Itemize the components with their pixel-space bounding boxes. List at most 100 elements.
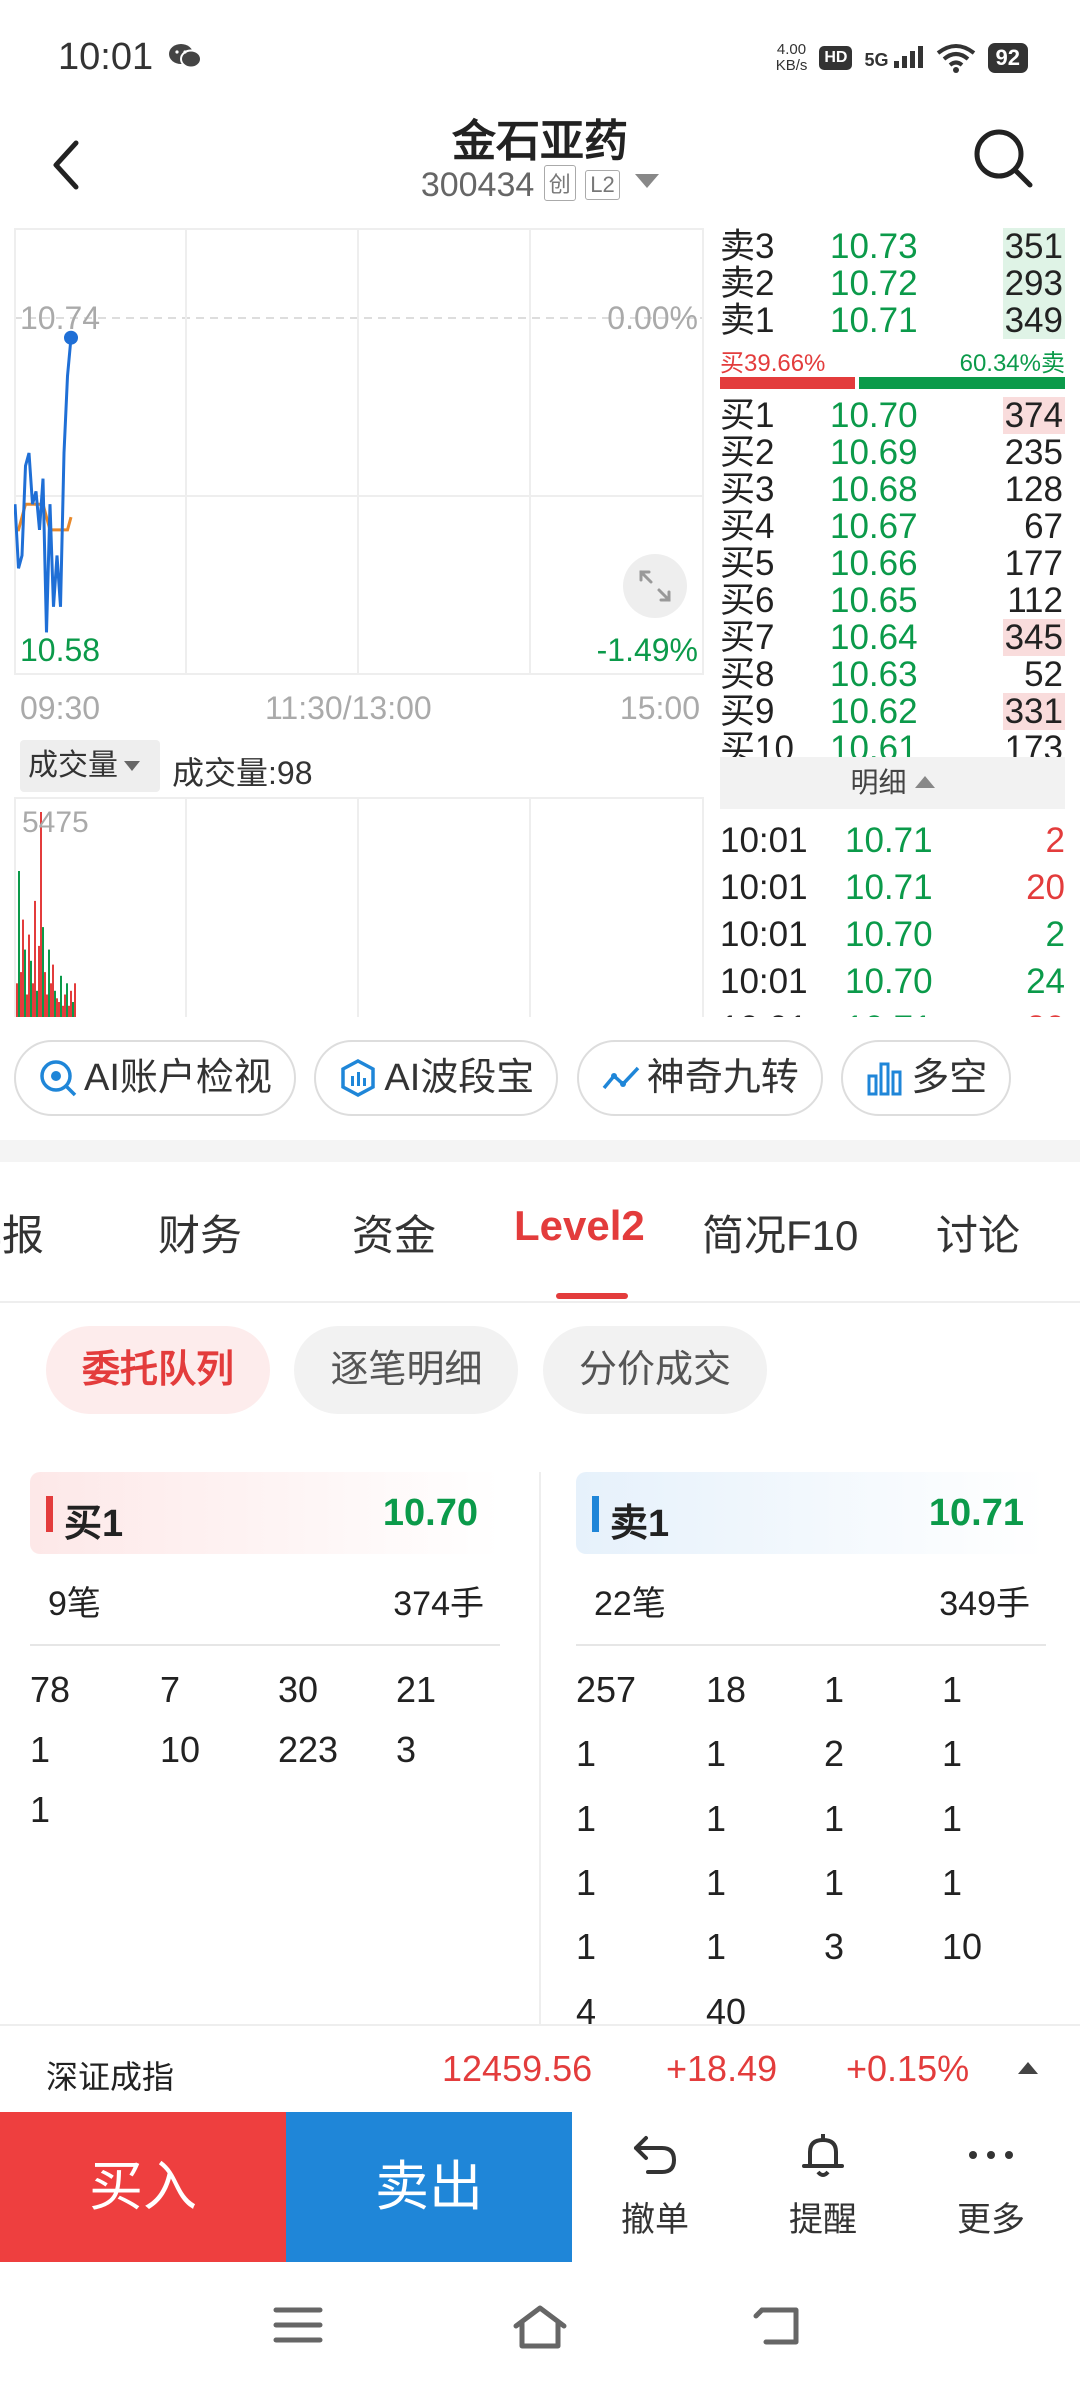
volume-bar	[62, 1005, 64, 1017]
ai-wave-chip[interactable]: AI波段宝	[314, 1040, 559, 1116]
tabs-divider	[0, 1301, 1080, 1303]
sell-ratio: 60.34%卖	[959, 350, 1065, 377]
order-book-row[interactable]: 买2 10.69 235	[720, 434, 1065, 471]
section-divider	[0, 1140, 1080, 1162]
chevron-up-icon	[914, 776, 935, 788]
queue-order-size: 21	[396, 1669, 437, 1710]
level-volume: 52	[1024, 655, 1063, 694]
tick-detail-button[interactable]: 明细	[720, 757, 1065, 809]
order-book-row[interactable]: 卖3 10.73 351	[720, 228, 1065, 265]
subtab-tick-by-tick[interactable]: 逐笔明细	[294, 1326, 519, 1414]
tick-time: 10:01	[720, 962, 808, 1001]
tick-volume: 2	[1045, 915, 1065, 954]
tab-level2[interactable]: Level2	[514, 1202, 645, 1250]
more-button[interactable]: 更多	[916, 2128, 1066, 2241]
tick-row: 10:01 10.71 20	[720, 1005, 1065, 1017]
queue-order-size: 18	[706, 1669, 747, 1710]
buy-ratio-fill	[720, 377, 855, 389]
stock-code-row[interactable]: 300434 创 L2	[0, 165, 1080, 205]
order-book-row[interactable]: 买3 10.68 128	[720, 471, 1065, 508]
intraday-chart[interactable]: 10.74 0.00% 10.58 -1.49%	[14, 228, 704, 675]
sell-ratio-fill	[858, 377, 1065, 389]
queue-order-size: 257	[576, 1669, 637, 1710]
level-price: 10.71	[830, 301, 918, 340]
volume-bar	[70, 990, 72, 1017]
volume-bar	[24, 949, 26, 1017]
tab-funds[interactable]: 资金	[352, 1202, 436, 1263]
tick-row: 10:01 10.70 2	[720, 911, 1065, 958]
level-volume: 112	[1007, 581, 1063, 620]
volume-bar	[34, 900, 36, 1017]
ai-eye-icon	[40, 1060, 77, 1097]
buy-queue-stats: 9笔 374手	[30, 1554, 500, 1644]
volume-bar	[30, 960, 32, 1017]
volume-bars	[16, 812, 76, 1017]
level-price: 10.69	[830, 433, 918, 472]
search-icon[interactable]	[970, 125, 1036, 191]
tick-price: 10.71	[845, 821, 933, 860]
tab-discussion[interactable]: 讨论	[936, 1202, 1020, 1263]
sell-queue-count: 22笔	[594, 1585, 666, 1623]
order-book-row[interactable]: 买5 10.66 177	[720, 545, 1065, 582]
bar-chart-icon	[867, 1062, 902, 1096]
queue-order-size: 1	[824, 1861, 845, 1903]
sell-button[interactable]: 卖出	[286, 2112, 572, 2262]
tick-volume: 2	[1045, 821, 1065, 860]
chart-grid	[14, 228, 704, 675]
tab-profile-f10[interactable]: 简况F10	[702, 1202, 858, 1263]
ai-account-review-chip[interactable]: AI账户检视	[14, 1040, 296, 1116]
subtab-order-queue[interactable]: 委托队列	[46, 1326, 271, 1414]
volume-bar	[36, 990, 38, 1017]
tab-annual-report[interactable]: 年报	[0, 1202, 44, 1263]
index-name: 深证成指	[46, 2059, 175, 2095]
volume-bar	[26, 994, 28, 1017]
menu-icon[interactable]	[272, 2302, 324, 2348]
order-book-row[interactable]: 卖2 10.72 293	[720, 265, 1065, 302]
index-ticker-bar[interactable]: 深证成指 12459.56 +18.49 +0.15%	[0, 2024, 1080, 2110]
sell-queue-stats: 22笔 349手	[576, 1554, 1046, 1644]
level-label: 卖1	[720, 301, 775, 340]
queue-order-size: 1	[824, 1669, 845, 1710]
home-icon[interactable]	[510, 2302, 570, 2352]
volume-bar	[52, 964, 54, 1017]
tab-finance[interactable]: 财务	[158, 1202, 242, 1263]
sell-queue-level: 卖1	[610, 1503, 670, 1545]
order-book-row[interactable]: 买9 10.62 331	[720, 693, 1065, 730]
tick-volume: 20	[1026, 1005, 1065, 1017]
expand-chart-button[interactable]	[623, 554, 687, 618]
volume-bar	[42, 927, 44, 1017]
magic-nine-chip[interactable]: 神奇九转	[576, 1040, 823, 1116]
order-book-row[interactable]: 买1 10.70 374	[720, 397, 1065, 434]
net-speed: 4.00 KB/s	[775, 41, 808, 74]
chevron-up-icon[interactable]	[1018, 2062, 1038, 2074]
back-nav-icon[interactable]	[752, 2302, 804, 2348]
order-book-row[interactable]: 卖1 10.71 349	[720, 302, 1065, 339]
level-volume: 293	[1002, 264, 1065, 303]
sell-queue-header: 卖1 10.71	[576, 1472, 1046, 1554]
ratio-bar	[720, 377, 1065, 389]
cancel-order-button[interactable]: 撤单	[580, 2128, 730, 2241]
order-book-row[interactable]: 买6 10.65 112	[720, 582, 1065, 619]
volume-bar	[18, 871, 20, 1017]
order-book-row[interactable]: 买8 10.63 52	[720, 656, 1065, 693]
queue-order-size: 223	[278, 1729, 339, 1770]
tick-price: 10.70	[845, 915, 933, 954]
tick-row: 10:01 10.71 20	[720, 864, 1065, 911]
buy-button[interactable]: 买入	[0, 2112, 286, 2262]
system-nav-bar	[0, 2262, 1080, 2388]
volume-bar	[56, 998, 58, 1017]
long-short-chip[interactable]: 多空	[841, 1040, 1012, 1116]
order-book-row[interactable]: 买4 10.67 67	[720, 508, 1065, 545]
volume-bar	[44, 972, 46, 1017]
volume-indicator-select[interactable]: 成交量	[20, 740, 160, 792]
buy-queue-panel: 买1 10.70 9笔 374手 78 7 30 21 1 10 223 3 1	[30, 1472, 500, 1840]
level-label: 买7	[720, 618, 775, 657]
queue-order-size: 2	[824, 1733, 845, 1775]
subtab-price-volume[interactable]: 分价成交	[542, 1326, 767, 1414]
order-book-row[interactable]: 买7 10.64 345	[720, 619, 1065, 656]
alert-button[interactable]: 提醒	[748, 2128, 898, 2241]
chart-high-price: 10.74	[20, 300, 101, 336]
buy-queue-price: 10.70	[382, 1492, 478, 1534]
time-mid: 11:30/13:00	[265, 690, 432, 726]
tick-volume: 20	[1026, 868, 1065, 907]
